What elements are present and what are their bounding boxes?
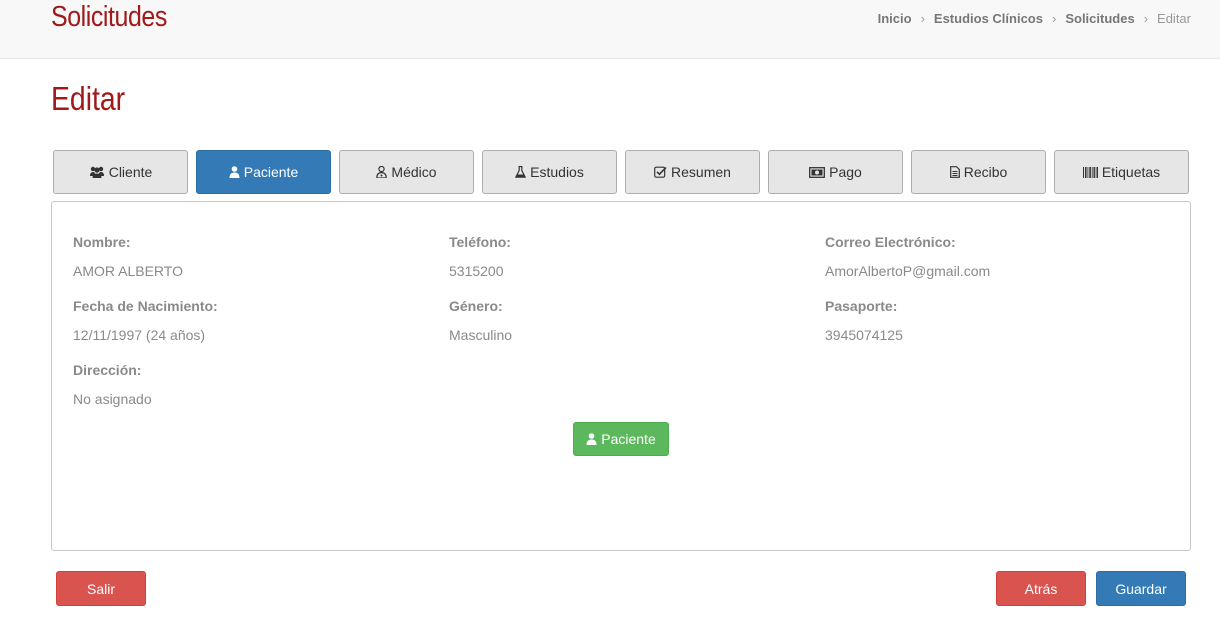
- tab-label: Resumen: [671, 164, 731, 180]
- field-label: Teléfono:: [449, 234, 511, 250]
- file-text-icon: [949, 166, 960, 178]
- tab-cliente[interactable]: Cliente: [53, 150, 188, 194]
- tab-recibo[interactable]: Recibo: [911, 150, 1046, 194]
- breadcrumb-editar: Editar: [1157, 11, 1191, 26]
- user-md-icon: [376, 166, 388, 178]
- flask-icon: [515, 166, 527, 178]
- field-value: AMOR ALBERTO: [73, 263, 183, 279]
- field-direccion: Dirección: No asignado: [73, 362, 152, 407]
- tab-pago[interactable]: Pago: [768, 150, 903, 194]
- atras-button-label: Atrás: [1024, 580, 1058, 597]
- wizard-tabs: Cliente Paciente Médico Estudios Resumen…: [53, 150, 1189, 194]
- field-value: 5315200: [449, 263, 504, 279]
- paciente-button-label: Paciente: [601, 431, 656, 447]
- field-label: Pasaporte:: [825, 298, 898, 314]
- breadcrumb: Inicio › Estudios Clínicos › Solicitudes…: [878, 11, 1191, 26]
- tab-medico[interactable]: Médico: [339, 150, 474, 194]
- breadcrumb-inicio[interactable]: Inicio: [878, 11, 912, 26]
- user-icon: [229, 166, 240, 178]
- tab-paciente[interactable]: Paciente: [196, 150, 331, 194]
- field-value: Masculino: [449, 327, 513, 343]
- field-correo: Correo Electrónico: AmorAlbertoP@gmail.c…: [825, 234, 990, 279]
- field-nombre: Nombre: AMOR ALBERTO: [73, 234, 183, 279]
- breadcrumb-separator: ›: [1051, 11, 1057, 26]
- field-genero: Género: Masculino: [449, 298, 512, 343]
- tab-label: Estudios: [530, 164, 584, 180]
- top-bar: Solicitudes Inicio › Estudios Clínicos ›…: [0, 0, 1220, 59]
- salir-button-label: Salir: [86, 580, 115, 597]
- field-label: Género:: [449, 298, 503, 314]
- user-icon: [586, 433, 597, 445]
- atras-button[interactable]: Atrás: [996, 571, 1086, 606]
- field-label: Nombre:: [73, 234, 131, 250]
- breadcrumb-estudios-clinicos[interactable]: Estudios Clínicos: [934, 11, 1043, 26]
- field-telefono: Teléfono: 5315200: [449, 234, 511, 279]
- breadcrumb-separator: ›: [920, 11, 925, 26]
- field-value: AmorAlbertoP@gmail.com: [825, 263, 991, 279]
- barcode-icon: [1082, 166, 1098, 178]
- patient-panel: Nombre: AMOR ALBERTO Teléfono: 5315200 C…: [51, 201, 1191, 551]
- tab-label: Cliente: [108, 164, 153, 180]
- guardar-button-label: Guardar: [1115, 580, 1167, 597]
- tab-label: Pago: [829, 164, 862, 180]
- tab-estudios[interactable]: Estudios: [482, 150, 617, 194]
- check-square-icon: [654, 166, 667, 178]
- breadcrumb-separator: ›: [1143, 11, 1149, 26]
- field-value: 3945074125: [825, 327, 903, 343]
- field-value: 12/11/1997 (24 años): [73, 327, 206, 343]
- money-icon: [809, 166, 826, 178]
- field-pasaporte: Pasaporte: 3945074125: [825, 298, 903, 343]
- field-value: No asignado: [73, 391, 152, 407]
- guardar-button[interactable]: Guardar: [1096, 571, 1186, 606]
- tab-label: Médico: [391, 164, 437, 180]
- field-label: Dirección:: [73, 362, 142, 378]
- tab-etiquetas[interactable]: Etiquetas: [1054, 150, 1189, 194]
- field-label: Correo Electrónico:: [825, 234, 956, 250]
- tab-label: Etiquetas: [1101, 164, 1161, 180]
- breadcrumb-solicitudes[interactable]: Solicitudes: [1065, 11, 1134, 26]
- paciente-button[interactable]: Paciente: [573, 422, 669, 456]
- salir-button[interactable]: Salir: [56, 571, 146, 606]
- tab-label: Paciente: [243, 164, 299, 180]
- field-fecha-nacimiento: Fecha de Nacimiento: 12/11/1997 (24 años…: [73, 298, 218, 343]
- tab-label: Recibo: [963, 164, 1008, 180]
- field-label: Fecha de Nacimiento:: [73, 298, 218, 314]
- app-title: Solicitudes: [51, 1, 167, 33]
- page-title: Editar: [51, 80, 126, 117]
- users-icon: [89, 166, 105, 178]
- tab-resumen[interactable]: Resumen: [625, 150, 760, 194]
